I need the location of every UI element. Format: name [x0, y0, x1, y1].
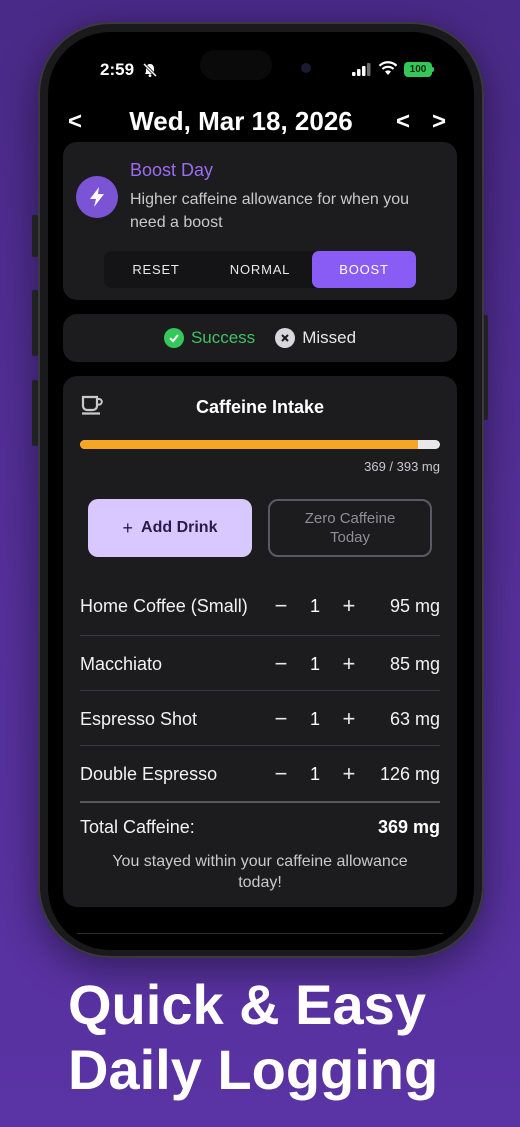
total-divider	[80, 801, 440, 803]
drink-row: Home Coffee (Small) − 1 + 95 mg	[80, 584, 440, 628]
boost-mode-button[interactable]: BOOST	[312, 251, 416, 288]
progress-text: 369 / 393 mg	[364, 459, 440, 474]
drink-quantity: 1	[309, 653, 320, 674]
drink-name: Home Coffee (Small)	[80, 596, 248, 616]
quantity-stepper: − 1 +	[270, 761, 360, 787]
total-caffeine-label: Total Caffeine:	[80, 817, 195, 837]
total-caffeine-value: 369 mg	[377, 817, 440, 837]
promo-headline-line-2: Daily Logging	[68, 1038, 439, 1101]
intake-title: Caffeine Intake	[195, 397, 325, 417]
promo-headline-line-1: Quick & Easy	[68, 973, 426, 1036]
boost-description: Higher caffeine allowance for when you n…	[130, 191, 409, 231]
missed-option[interactable]: Missed	[275, 328, 356, 348]
quantity-stepper: − 1 +	[270, 706, 360, 732]
drink-name: Double Espresso	[80, 764, 218, 784]
decrement-button[interactable]: −	[270, 593, 292, 619]
caffeine-progress-bar	[80, 440, 440, 449]
drink-caffeine: 126 mg	[379, 763, 440, 784]
caffeine-progress-fill	[80, 440, 418, 449]
boost-icon-badge	[76, 176, 118, 218]
missed-label: Missed	[302, 328, 357, 347]
result-row: Success Missed	[63, 314, 457, 362]
drink-quantity: 1	[309, 763, 320, 784]
success-option[interactable]: Success	[163, 328, 256, 348]
normal-mode-button[interactable]: NORMAL	[208, 251, 312, 288]
row-divider	[80, 690, 440, 691]
reset-mode-button[interactable]: RESET	[104, 251, 208, 288]
decrement-button[interactable]: −	[270, 761, 292, 787]
add-drink-label: Add Drink	[141, 519, 218, 536]
mode-segmented-control: RESET NORMAL BOOST	[104, 251, 416, 288]
increment-button[interactable]: +	[338, 761, 360, 787]
drink-row: Espresso Shot − 1 + 63 mg	[80, 706, 440, 732]
coffee-cup-icon	[80, 394, 104, 421]
bottom-divider	[77, 933, 443, 934]
quantity-stepper: − 1 +	[270, 651, 360, 677]
status-time: 2:59	[100, 60, 135, 79]
drink-name: Espresso Shot	[80, 709, 198, 729]
drink-caffeine: 85 mg	[389, 653, 440, 674]
lightning-icon	[90, 187, 104, 207]
back-button[interactable]: <	[68, 108, 82, 136]
increment-button[interactable]: +	[338, 706, 360, 732]
check-icon	[163, 328, 184, 348]
signal-icon	[352, 63, 372, 81]
zero-caffeine-button[interactable]: Zero Caffeine Today	[268, 499, 432, 557]
quantity-stepper: − 1 +	[270, 593, 360, 619]
plus-icon: +	[122, 517, 134, 538]
bell-muted-icon	[142, 62, 158, 83]
camera-dot	[301, 63, 311, 73]
add-drink-button[interactable]: + Add Drink	[88, 499, 252, 557]
row-divider	[80, 745, 440, 746]
allowance-message: You stayed within your caffeine allowanc…	[112, 853, 408, 891]
drink-row: Double Espresso − 1 + 126 mg	[80, 761, 440, 787]
previous-day-button[interactable]: <	[396, 108, 410, 136]
drink-quantity: 1	[309, 595, 320, 616]
drink-caffeine: 63 mg	[389, 708, 440, 729]
date-title: Wed, Mar 18, 2026	[129, 106, 353, 136]
zero-caffeine-label: Zero Caffeine Today	[304, 510, 396, 546]
increment-button[interactable]: +	[338, 593, 360, 619]
row-divider	[80, 635, 440, 636]
success-label: Success	[190, 328, 256, 347]
next-day-button[interactable]: >	[432, 108, 446, 136]
increment-button[interactable]: +	[338, 651, 360, 677]
decrement-button[interactable]: −	[270, 651, 292, 677]
close-icon	[275, 328, 296, 348]
drink-row: Macchiato − 1 + 85 mg	[80, 651, 440, 677]
dynamic-island	[200, 50, 272, 80]
decrement-button[interactable]: −	[270, 706, 292, 732]
drink-quantity: 1	[309, 708, 320, 729]
battery-indicator: 100	[404, 62, 432, 77]
wifi-icon	[378, 61, 398, 81]
drink-caffeine: 95 mg	[389, 595, 440, 616]
boost-title: Boost Day	[130, 160, 214, 180]
drink-name: Macchiato	[80, 654, 163, 674]
